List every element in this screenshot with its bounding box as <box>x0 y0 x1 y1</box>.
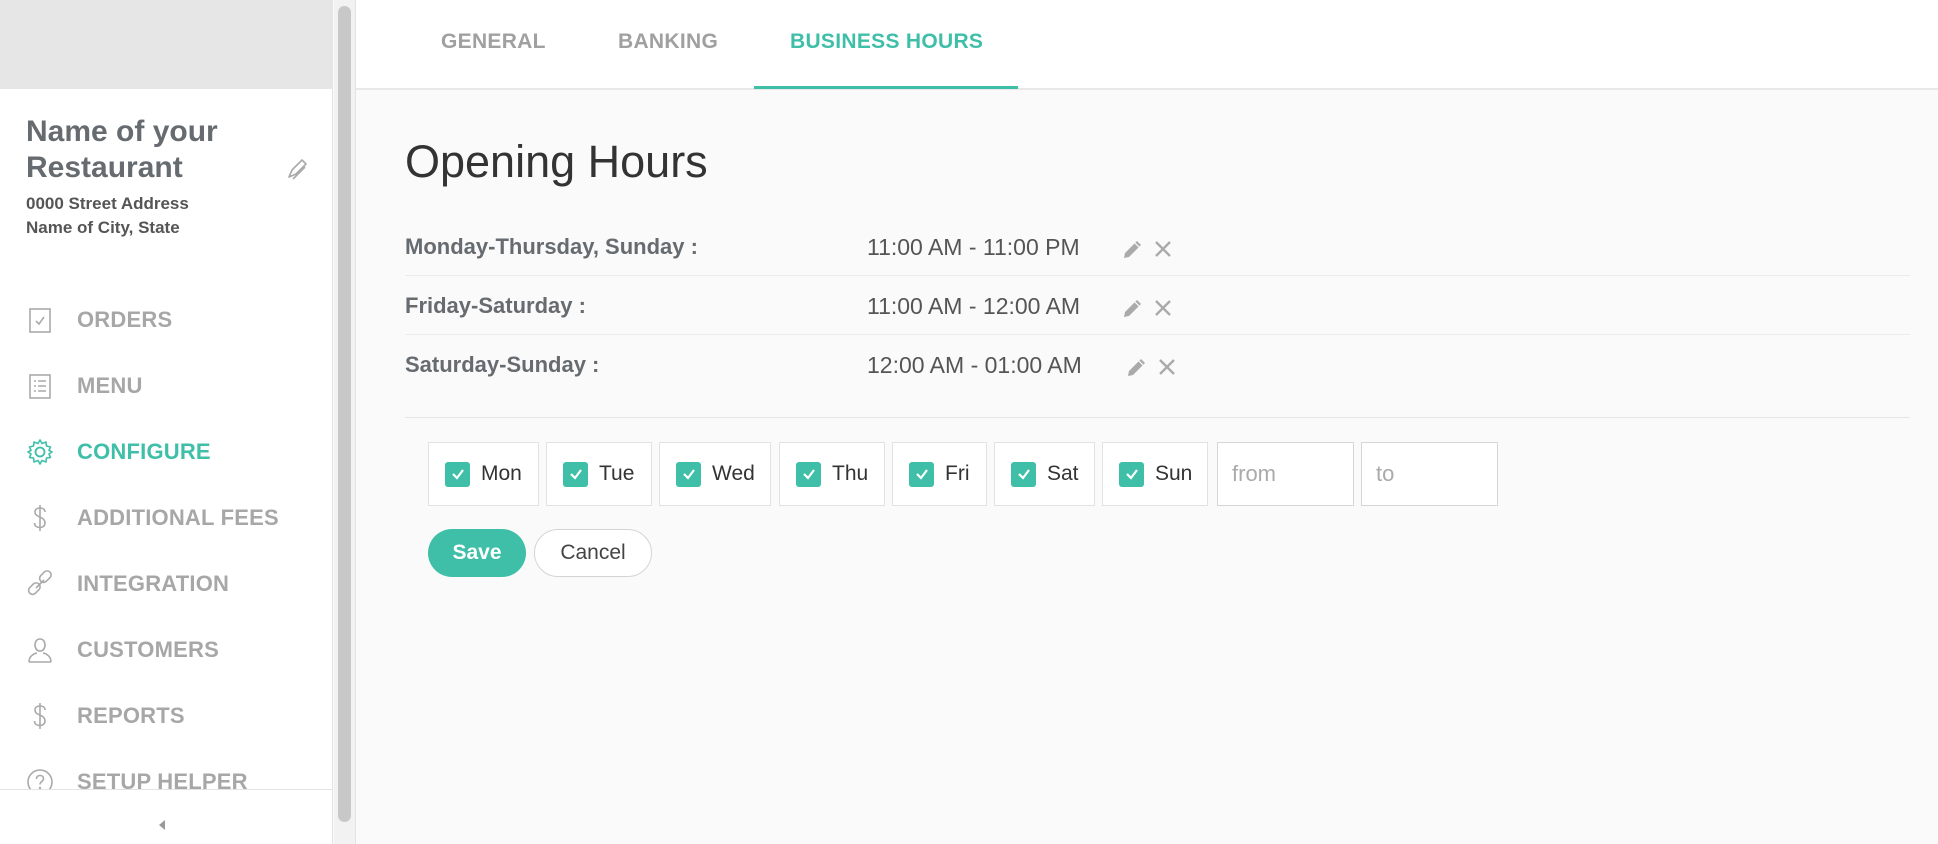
sidebar-divider <box>332 0 333 844</box>
tab-banking[interactable]: BANKING <box>618 30 718 54</box>
hours-days: Friday-Saturday : <box>405 293 586 318</box>
content-divider <box>355 0 356 844</box>
cancel-button[interactable]: Cancel <box>534 529 652 577</box>
tab-bar <box>356 0 1938 90</box>
sidebar-item-configure[interactable]: CONFIGURE <box>24 432 324 472</box>
collapse-sidebar-icon[interactable] <box>156 816 168 834</box>
check-icon[interactable] <box>676 461 701 487</box>
sidebar-item-customers[interactable]: CUSTOMERS <box>24 630 324 670</box>
save-button[interactable]: Save <box>428 529 526 577</box>
restaurant-address: 0000 Street Address <box>26 194 189 213</box>
close-icon[interactable] <box>1151 237 1175 261</box>
day-label: Fri <box>945 462 970 485</box>
restaurant-city: Name of City, State <box>26 218 180 237</box>
user-icon <box>24 634 56 666</box>
day-label: Mon <box>481 462 522 485</box>
sidebar-item-reports[interactable]: REPORTS <box>24 696 324 736</box>
sidebar-item-label: ADDITIONAL FEES <box>77 505 279 530</box>
pencil-icon[interactable] <box>1121 237 1145 261</box>
sidebar-item-orders[interactable]: ORDERS <box>24 300 324 340</box>
day-checkbox-tue[interactable]: Tue <box>546 442 652 506</box>
scrollbar-thumb[interactable] <box>338 6 351 822</box>
close-icon[interactable] <box>1155 355 1179 379</box>
check-icon[interactable] <box>796 461 821 487</box>
sidebar-item-menu[interactable]: MENU <box>24 366 324 406</box>
day-checkbox-mon[interactable]: Mon <box>428 442 539 506</box>
sidebar-item-label: CONFIGURE <box>77 439 211 464</box>
pencil-icon[interactable] <box>284 157 310 183</box>
from-time-input[interactable] <box>1217 442 1354 506</box>
link-icon <box>24 568 56 600</box>
section-divider <box>405 417 1910 418</box>
check-icon[interactable] <box>445 461 470 487</box>
sidebar-item-additional-fees[interactable]: ADDITIONAL FEES <box>24 498 324 538</box>
hours-row: Saturday-Sunday : 12:00 AM - 01:00 AM <box>405 335 1910 394</box>
sidebar-item-label: ORDERS <box>77 307 173 332</box>
tab-general[interactable]: GENERAL <box>441 30 546 54</box>
day-checkbox-thu[interactable]: Thu <box>779 442 885 506</box>
day-label: Wed <box>712 462 755 485</box>
day-label: Sat <box>1047 462 1079 485</box>
day-label: Tue <box>599 462 635 485</box>
day-label: Thu <box>832 462 869 485</box>
tab-business-hours[interactable]: BUSINESS HOURS <box>790 30 983 54</box>
hours-row: Friday-Saturday : 11:00 AM - 12:00 AM <box>405 276 1910 335</box>
day-checkbox-sun[interactable]: Sun <box>1102 442 1208 506</box>
sidebar: Name of your Restaurant 0000 Street Addr… <box>0 0 333 844</box>
hours-time: 11:00 AM - 11:00 PM <box>867 234 1080 260</box>
close-icon[interactable] <box>1151 296 1175 320</box>
sidebar-item-label: REPORTS <box>77 703 185 728</box>
sidebar-item-label: MENU <box>77 373 143 398</box>
hours-time: 12:00 AM - 01:00 AM <box>867 352 1082 378</box>
hours-days: Monday-Thursday, Sunday : <box>405 234 698 259</box>
logo-placeholder <box>0 0 333 89</box>
check-icon[interactable] <box>1011 461 1036 487</box>
day-checkbox-sat[interactable]: Sat <box>994 442 1095 506</box>
check-icon[interactable] <box>563 461 588 487</box>
day-checkbox-fri[interactable]: Fri <box>892 442 987 506</box>
sidebar-item-label: CUSTOMERS <box>77 637 219 662</box>
pencil-icon[interactable] <box>1125 355 1149 379</box>
restaurant-name: Name of your Restaurant <box>26 115 218 184</box>
day-checkbox-wed[interactable]: Wed <box>659 442 771 506</box>
day-label: Sun <box>1155 462 1193 485</box>
to-time-input[interactable] <box>1361 442 1498 506</box>
sidebar-item-integration[interactable]: INTEGRATION <box>24 564 324 604</box>
check-icon[interactable] <box>1119 461 1144 487</box>
list-icon <box>24 370 56 402</box>
gear-icon <box>24 436 56 468</box>
hours-days: Saturday-Sunday : <box>405 352 600 377</box>
check-icon[interactable] <box>909 461 934 487</box>
page-title: Opening Hours <box>405 136 708 187</box>
active-tab-indicator <box>754 86 1018 89</box>
pencil-icon[interactable] <box>1121 296 1145 320</box>
checkbox-icon <box>24 304 56 336</box>
dollar-icon <box>24 700 56 732</box>
dollar-icon <box>24 502 56 534</box>
hours-time: 11:00 AM - 12:00 AM <box>867 293 1081 319</box>
sidebar-item-label: INTEGRATION <box>77 571 230 596</box>
hours-row: Monday-Thursday, Sunday : 11:00 AM - 11:… <box>405 217 1910 276</box>
